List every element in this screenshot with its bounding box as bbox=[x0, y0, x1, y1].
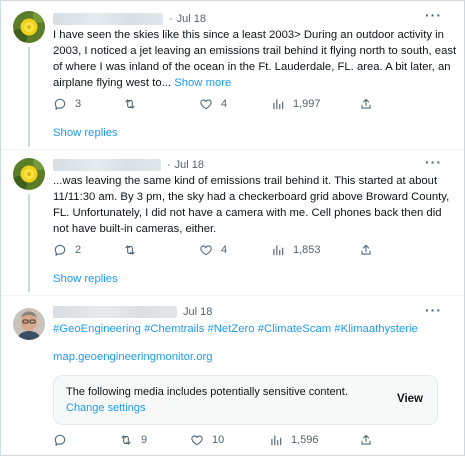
thread-line bbox=[28, 194, 30, 292]
view-count: 1,596 bbox=[291, 434, 319, 446]
author-name-redacted[interactable] bbox=[53, 306, 177, 318]
tweet-header: Jul 18 bbox=[53, 304, 212, 320]
show-replies-link[interactable]: Show replies bbox=[53, 273, 118, 285]
share-button[interactable] bbox=[359, 243, 373, 257]
retweet-count: 9 bbox=[141, 434, 148, 446]
share-button[interactable] bbox=[359, 97, 373, 111]
more-options-icon[interactable]: ··· bbox=[425, 154, 442, 170]
like-count: 10 bbox=[212, 434, 225, 446]
share-button[interactable] bbox=[359, 433, 373, 447]
tweet-text: I have seen the skies like this since a … bbox=[53, 29, 457, 89]
avatar-dandelion[interactable] bbox=[13, 11, 45, 43]
tweet-text: ...was leaving the same kind of emission… bbox=[53, 175, 450, 235]
like-count: 4 bbox=[221, 244, 228, 256]
heart-icon bbox=[191, 435, 203, 446]
sensitive-content-warning: The following media includes potentially… bbox=[66, 386, 348, 398]
tweet-url[interactable]: map.geoengineeringmonitor.org bbox=[53, 349, 459, 365]
tweet-actions: 2 4 1,853 bbox=[53, 243, 383, 259]
retweet-button[interactable] bbox=[123, 97, 145, 111]
heart-icon bbox=[200, 99, 212, 110]
tweet-1[interactable]: · Jul 18 ··· I have seen the skies like … bbox=[1, 1, 464, 149]
reply-button[interactable]: 3 bbox=[53, 97, 81, 111]
tweet-hashtags[interactable]: #GeoEngineering #Chemtrails #NetZero #Cl… bbox=[53, 321, 459, 337]
more-options-icon[interactable]: ··· bbox=[425, 7, 442, 23]
hashtag-links[interactable]: #GeoEngineering #Chemtrails #NetZero #Cl… bbox=[53, 323, 418, 335]
retweet-icon bbox=[125, 245, 135, 255]
tweet-2[interactable]: · Jul 18 ··· ...was leaving the same kin… bbox=[1, 150, 464, 295]
share-icon bbox=[361, 98, 371, 109]
like-button[interactable]: 4 bbox=[199, 97, 227, 111]
reply-count: 2 bbox=[75, 244, 82, 256]
avatar-dandelion[interactable] bbox=[13, 158, 45, 190]
view-media-button[interactable]: View bbox=[397, 393, 423, 405]
views-chart-icon bbox=[273, 99, 284, 110]
tweet-actions: 3 4 1,997 bbox=[53, 97, 383, 113]
retweet-icon bbox=[125, 99, 135, 109]
more-options-icon[interactable]: ··· bbox=[425, 302, 442, 318]
like-button[interactable]: 10 bbox=[190, 433, 224, 447]
reply-button[interactable]: 2 bbox=[53, 243, 81, 257]
author-name-redacted[interactable] bbox=[53, 159, 161, 171]
heart-icon bbox=[200, 245, 212, 256]
views-button[interactable]: 1,596 bbox=[269, 433, 319, 447]
share-icon bbox=[361, 244, 371, 255]
like-count: 4 bbox=[221, 98, 228, 110]
reply-count: 3 bbox=[75, 98, 82, 110]
reply-icon bbox=[54, 98, 66, 110]
views-button[interactable]: 1,997 bbox=[271, 97, 321, 111]
tweet-date[interactable]: Jul 18 bbox=[177, 13, 206, 25]
reply-icon bbox=[54, 434, 66, 446]
view-count: 1,997 bbox=[293, 98, 321, 110]
reply-button[interactable] bbox=[53, 433, 75, 447]
like-button[interactable]: 4 bbox=[199, 243, 227, 257]
tweet-date[interactable]: Jul 18 bbox=[183, 306, 212, 318]
tweet-actions: 9 10 1,596 bbox=[53, 433, 383, 449]
avatar-user-photo[interactable] bbox=[13, 308, 45, 340]
tweet-date[interactable]: Jul 18 bbox=[175, 159, 204, 171]
tweet-header: · Jul 18 bbox=[53, 157, 204, 173]
share-icon bbox=[361, 434, 371, 445]
retweet-button[interactable]: 9 bbox=[119, 433, 147, 447]
tweet-header: · Jul 18 bbox=[53, 11, 206, 27]
show-more-link[interactable]: Show more bbox=[174, 77, 231, 89]
views-chart-icon bbox=[271, 435, 282, 446]
retweet-icon bbox=[121, 435, 131, 445]
author-name-redacted[interactable] bbox=[53, 13, 163, 25]
reply-icon bbox=[54, 244, 66, 256]
change-settings-link[interactable]: Change settings bbox=[66, 402, 146, 414]
retweet-button[interactable] bbox=[123, 243, 145, 257]
external-link[interactable]: map.geoengineeringmonitor.org bbox=[53, 351, 213, 363]
view-count: 1,853 bbox=[293, 244, 321, 256]
views-chart-icon bbox=[273, 245, 284, 256]
replies-panel: · Jul 18 ··· I have seen the skies like … bbox=[0, 0, 465, 456]
show-replies-link[interactable]: Show replies bbox=[53, 127, 118, 139]
views-button[interactable]: 1,853 bbox=[271, 243, 321, 257]
thread-line bbox=[28, 47, 30, 147]
sensitive-media-notice: The following media includes potentially… bbox=[53, 375, 438, 425]
